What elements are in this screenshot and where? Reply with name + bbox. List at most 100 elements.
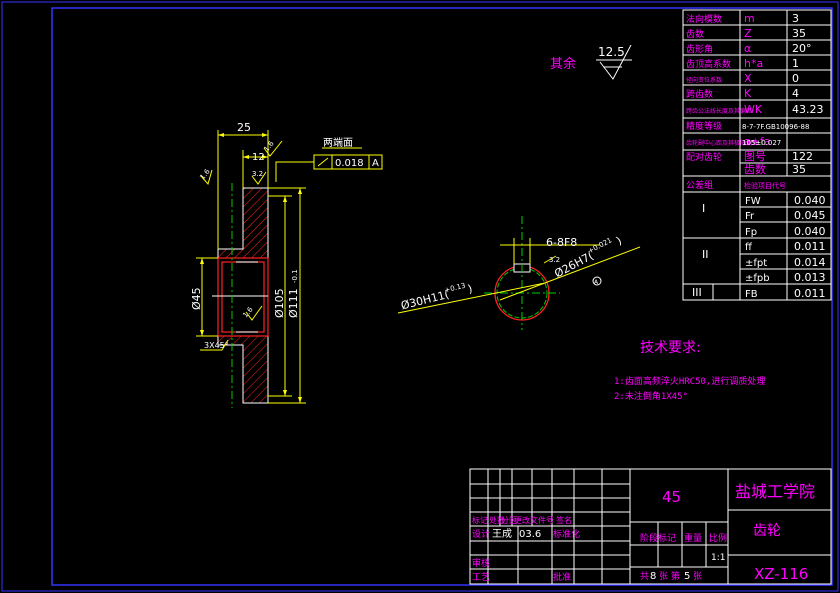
title-block-header-label: 签名 (556, 515, 572, 525)
both-ends-label: 两端面 (323, 136, 353, 149)
runout-datum: A (372, 158, 379, 169)
scale: 1:1 (711, 553, 725, 563)
chamfer-label: 3X45° (204, 341, 229, 350)
param-name: 公差组 (686, 179, 713, 191)
upper-section (217, 187, 269, 259)
param-symbol: WK (744, 103, 763, 116)
surface-finish-label: 其余 (550, 56, 576, 72)
bore-dim: Ø30H11( (400, 288, 451, 313)
bore-outline (217, 257, 269, 337)
bore-dim-tol: +0.13 (444, 282, 467, 295)
param-symbol: X (744, 72, 752, 85)
param-symbol: 齿数 (744, 163, 766, 176)
dim-dia-111: Ø111 (287, 288, 300, 318)
tolerance-value: 0.045 (794, 209, 826, 222)
scale-label: 比例 (709, 532, 727, 544)
keyway-depth-tol: +0.021 (587, 236, 614, 255)
bore-chamfer (221, 261, 265, 333)
tolerance-value: 0.040 (794, 225, 826, 238)
surface-finish-value: 12.5 (598, 45, 625, 59)
tolerance-value: 0.011 (794, 287, 826, 300)
param-value: 3 (792, 12, 799, 25)
drawing-svg: 法向模数 m 3 齿数 Z 35 齿形角 α 20° 齿顶高系数 h*a 1 径向变位系数 X 0 跨齿数 K 4… (1, 1, 839, 592)
roughness-small: 3.2 (252, 170, 263, 178)
tolerance-group-label: II (702, 248, 709, 261)
param-symbol: h*a (744, 57, 763, 70)
tech-req-item-1: 1:齿面高频淬火HRC50,进行调质处理 (614, 375, 765, 387)
tolerance-value: 0.014 (794, 256, 826, 269)
param-symbol: K (744, 87, 752, 100)
param-symbol: Z (744, 27, 752, 40)
param-name: 法向模数 (686, 13, 722, 25)
svg-text:共: 共 (640, 571, 649, 582)
param-value: 8-7-7F.GB10096-88 (742, 123, 809, 131)
svg-text:8: 8 (650, 571, 656, 582)
param-value: 122 (792, 150, 813, 163)
param-symbol: 检验项目代号 (744, 181, 786, 190)
tech-req-title: 技术要求: (640, 340, 701, 356)
end-view: A 6-8F8 3.2 Ø26H7( +0.021 ) Ø30H11( +0.1… (397, 216, 641, 330)
standardization-label: 标准化 (553, 528, 580, 540)
keyway-roughness: 3.2 (549, 256, 560, 264)
weight-label: 重量 (684, 532, 702, 544)
svg-text:5: 5 (684, 571, 690, 582)
keyway-depth-close: ) (614, 234, 624, 247)
process-label: 工艺 (472, 572, 490, 583)
runout-value: 0.018 (335, 158, 364, 169)
tolerance-group-label: I (702, 202, 705, 215)
part-name: 齿轮 (753, 523, 781, 539)
design-date: 03.6 (519, 529, 541, 540)
dim-dia-111-tol: -0.1 (291, 269, 299, 283)
dim-dia-105: Ø105 (273, 288, 286, 318)
dim-dia-45: Ø45 (190, 287, 203, 310)
svg-text:张 第: 张 第 (659, 570, 680, 582)
svg-text:张: 张 (693, 571, 702, 582)
roughness-left: 1.6 (198, 167, 212, 181)
section-view: 25 12 1.6 3.2 1.6 两端面 0.018 A Ø45 Ø105 Ø… (190, 121, 383, 408)
param-name: 跨齿数 (686, 88, 713, 100)
tolerance-value: 0.011 (794, 240, 826, 253)
audit-label: 审核 (472, 557, 490, 569)
param-name: 径向变位系数 (686, 76, 722, 84)
param-name: 齿形角 (686, 43, 713, 55)
tolerance-code: ff (745, 242, 753, 253)
param-value: 0 (792, 72, 799, 85)
approve-label: 批准 (553, 571, 571, 583)
param-name: 齿顶高系数 (686, 58, 731, 70)
designer-label: 设计 (472, 528, 490, 540)
param-symbol: α (744, 42, 751, 55)
title-block-header-label: 更改文件号 (514, 515, 554, 525)
drawing-canvas: 法向模数 m 3 齿数 Z 35 齿形角 α 20° 齿顶高系数 h*a 1 径向变位系数 X 0 跨齿数 K 4… (0, 0, 840, 593)
drawing-number: XZ-116 (754, 565, 808, 583)
tolerance-code: ±fpb (745, 273, 770, 284)
param-name: 跨齿公法线长度及其偏差 (686, 107, 752, 115)
stage-label: 阶段标记 (640, 532, 676, 544)
tech-req-item-2: 2:未注倒角1X45° (614, 390, 688, 402)
param-value: 43.23 (792, 103, 824, 116)
tolerance-code: FB (745, 289, 758, 300)
param-value: 105±0.027 (742, 139, 781, 147)
tolerance-value: 0.040 (794, 194, 826, 207)
title-block-header-label: 标记 (472, 515, 488, 525)
param-symbol: m (744, 12, 755, 25)
tolerance-code: Fr (745, 211, 755, 222)
title-block-row-labels: 标记 处数分区更改文件号 签名 (472, 515, 572, 525)
dim-width-12: 12 (252, 152, 265, 163)
param-value: 20° (792, 42, 812, 55)
bore-dim-close: ) (466, 282, 473, 296)
param-value: 4 (792, 87, 799, 100)
tolerance-code: ±fpt (745, 258, 767, 269)
material: 45 (662, 488, 681, 506)
param-name: 精度等级 (686, 120, 722, 132)
param-value: 35 (792, 163, 806, 176)
tolerance-code: FW (745, 196, 761, 207)
param-name: 齿数 (686, 28, 704, 40)
tolerance-code: Fp (745, 227, 757, 238)
designer-name: 王成 (492, 528, 512, 540)
param-symbol: 图号 (744, 150, 766, 163)
param-name: 配对齿轮 (686, 151, 722, 163)
sheet-info: 共 8 张 第 5 张 (640, 570, 702, 582)
tolerance-value: 0.013 (794, 271, 826, 284)
param-value: 1 (792, 57, 799, 70)
roughness-bore: 1.6 (241, 305, 255, 319)
